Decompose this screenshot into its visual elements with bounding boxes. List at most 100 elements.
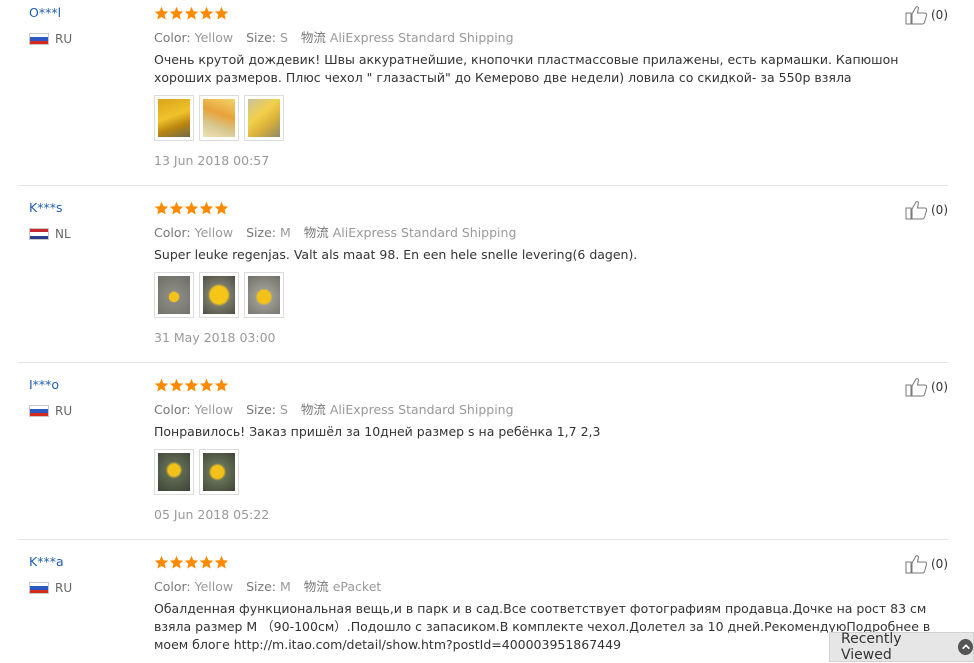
review-date: 13 Jun 2018 00:57: [154, 153, 270, 168]
review-images: [154, 95, 284, 141]
review-image-thumb[interactable]: [199, 272, 239, 318]
helpful-count: (0): [931, 557, 948, 571]
shipping-label: 物流: [300, 402, 326, 417]
star-icon: [184, 555, 199, 569]
shipping-value: ePacket: [332, 579, 382, 594]
thumbs-up-icon: [905, 201, 928, 220]
star-icon: [154, 6, 169, 20]
star-icon: [214, 378, 229, 392]
color-label: Color:: [154, 402, 191, 417]
review-image-thumb[interactable]: [199, 95, 239, 141]
thumbs-up-icon: [905, 6, 928, 25]
country-code: RU: [55, 32, 73, 46]
color-label: Color:: [154, 30, 191, 45]
star-icon: [169, 378, 184, 392]
flag-ru-icon: [29, 405, 49, 417]
country-code: NL: [55, 227, 71, 241]
color-value: Yellow: [194, 225, 234, 240]
reviewer-country: RU: [29, 581, 72, 595]
review-text: Обалденная функциональная вещь,и в парк …: [154, 601, 931, 652]
review-image-thumb[interactable]: [154, 272, 194, 318]
flag-ru-icon: [29, 33, 49, 45]
flag-ru-icon: [29, 582, 49, 594]
star-icon: [199, 555, 214, 569]
size-value: M: [279, 579, 291, 594]
helpful-button[interactable]: (0): [905, 5, 948, 25]
color-label: Color:: [154, 225, 191, 240]
shipping-value: AliExpress Standard Shipping: [329, 402, 514, 417]
thumbs-up-icon: [905, 378, 928, 397]
recently-viewed-button[interactable]: Recently Viewed: [829, 631, 974, 663]
star-icon: [199, 201, 214, 215]
review-image-thumb[interactable]: [154, 95, 194, 141]
helpful-count: (0): [931, 380, 948, 394]
reviewer-country: NL: [29, 227, 71, 241]
star-icon: [214, 201, 229, 215]
review-text: Super leuke regenjas. Valt als maat 98. …: [154, 247, 638, 262]
size-label: Size:: [246, 579, 276, 594]
star-icon: [199, 6, 214, 20]
thumbs-up-icon: [905, 555, 928, 574]
order-info: Color: Yellow Size: S 物流 AliExpress Stan…: [154, 27, 514, 46]
country-code: RU: [55, 581, 73, 595]
shipping-label: 物流: [303, 225, 329, 240]
reviewer-name[interactable]: K***s: [29, 200, 62, 215]
color-label: Color:: [154, 579, 191, 594]
divider: [18, 539, 948, 540]
review-date: 31 May 2018 03:00: [154, 330, 276, 345]
order-info: Color: Yellow Size: M 物流 AliExpress Stan…: [154, 222, 516, 241]
review-images: [154, 272, 284, 318]
size-value: S: [279, 30, 288, 45]
color-value: Yellow: [194, 30, 234, 45]
review-image-thumb[interactable]: [244, 272, 284, 318]
star-icon: [214, 6, 229, 20]
color-value: Yellow: [194, 402, 234, 417]
size-label: Size:: [246, 30, 276, 45]
helpful-button[interactable]: (0): [905, 200, 948, 220]
star-icon: [154, 378, 169, 392]
review-image-thumb[interactable]: [244, 95, 284, 141]
reviewer-name[interactable]: K***a: [29, 554, 64, 569]
flag-nl-icon: [29, 228, 49, 240]
review-text: Понравилось! Заказ пришёл за 10дней разм…: [154, 424, 601, 439]
star-icon: [199, 378, 214, 392]
review-text: Очень крутой дождевик! Швы аккуратнейшие…: [154, 52, 899, 85]
color-value: Yellow: [194, 579, 234, 594]
star-rating: [154, 201, 229, 216]
review-image-thumb[interactable]: [154, 449, 194, 495]
review-images: [154, 449, 239, 495]
size-value: S: [279, 402, 288, 417]
star-icon: [154, 201, 169, 215]
order-info: Color: Yellow Size: M 物流 ePacket: [154, 576, 381, 595]
star-icon: [184, 378, 199, 392]
star-rating: [154, 6, 229, 21]
star-icon: [169, 555, 184, 569]
shipping-value: AliExpress Standard Shipping: [329, 30, 514, 45]
review-image-thumb[interactable]: [199, 449, 239, 495]
size-label: Size:: [246, 225, 276, 240]
reviewer-name[interactable]: O***l: [29, 5, 61, 20]
reviewer-name[interactable]: I***o: [29, 377, 59, 392]
helpful-button[interactable]: (0): [905, 554, 948, 574]
size-value: M: [279, 225, 291, 240]
star-icon: [169, 6, 184, 20]
star-icon: [154, 555, 169, 569]
reviewer-country: RU: [29, 32, 72, 46]
shipping-label: 物流: [303, 579, 329, 594]
size-label: Size:: [246, 402, 276, 417]
star-rating: [154, 555, 229, 570]
helpful-button[interactable]: (0): [905, 377, 948, 397]
star-icon: [184, 6, 199, 20]
review-date: 05 Jun 2018 05:22: [154, 507, 270, 522]
reviewer-country: RU: [29, 404, 72, 418]
country-code: RU: [55, 404, 73, 418]
star-rating: [154, 378, 229, 393]
star-icon: [214, 555, 229, 569]
divider: [18, 185, 948, 186]
star-icon: [184, 201, 199, 215]
divider: [18, 362, 948, 363]
shipping-value: AliExpress Standard Shipping: [332, 225, 517, 240]
recently-viewed-label: Recently Viewed: [841, 631, 902, 663]
helpful-count: (0): [931, 8, 948, 22]
star-icon: [169, 201, 184, 215]
